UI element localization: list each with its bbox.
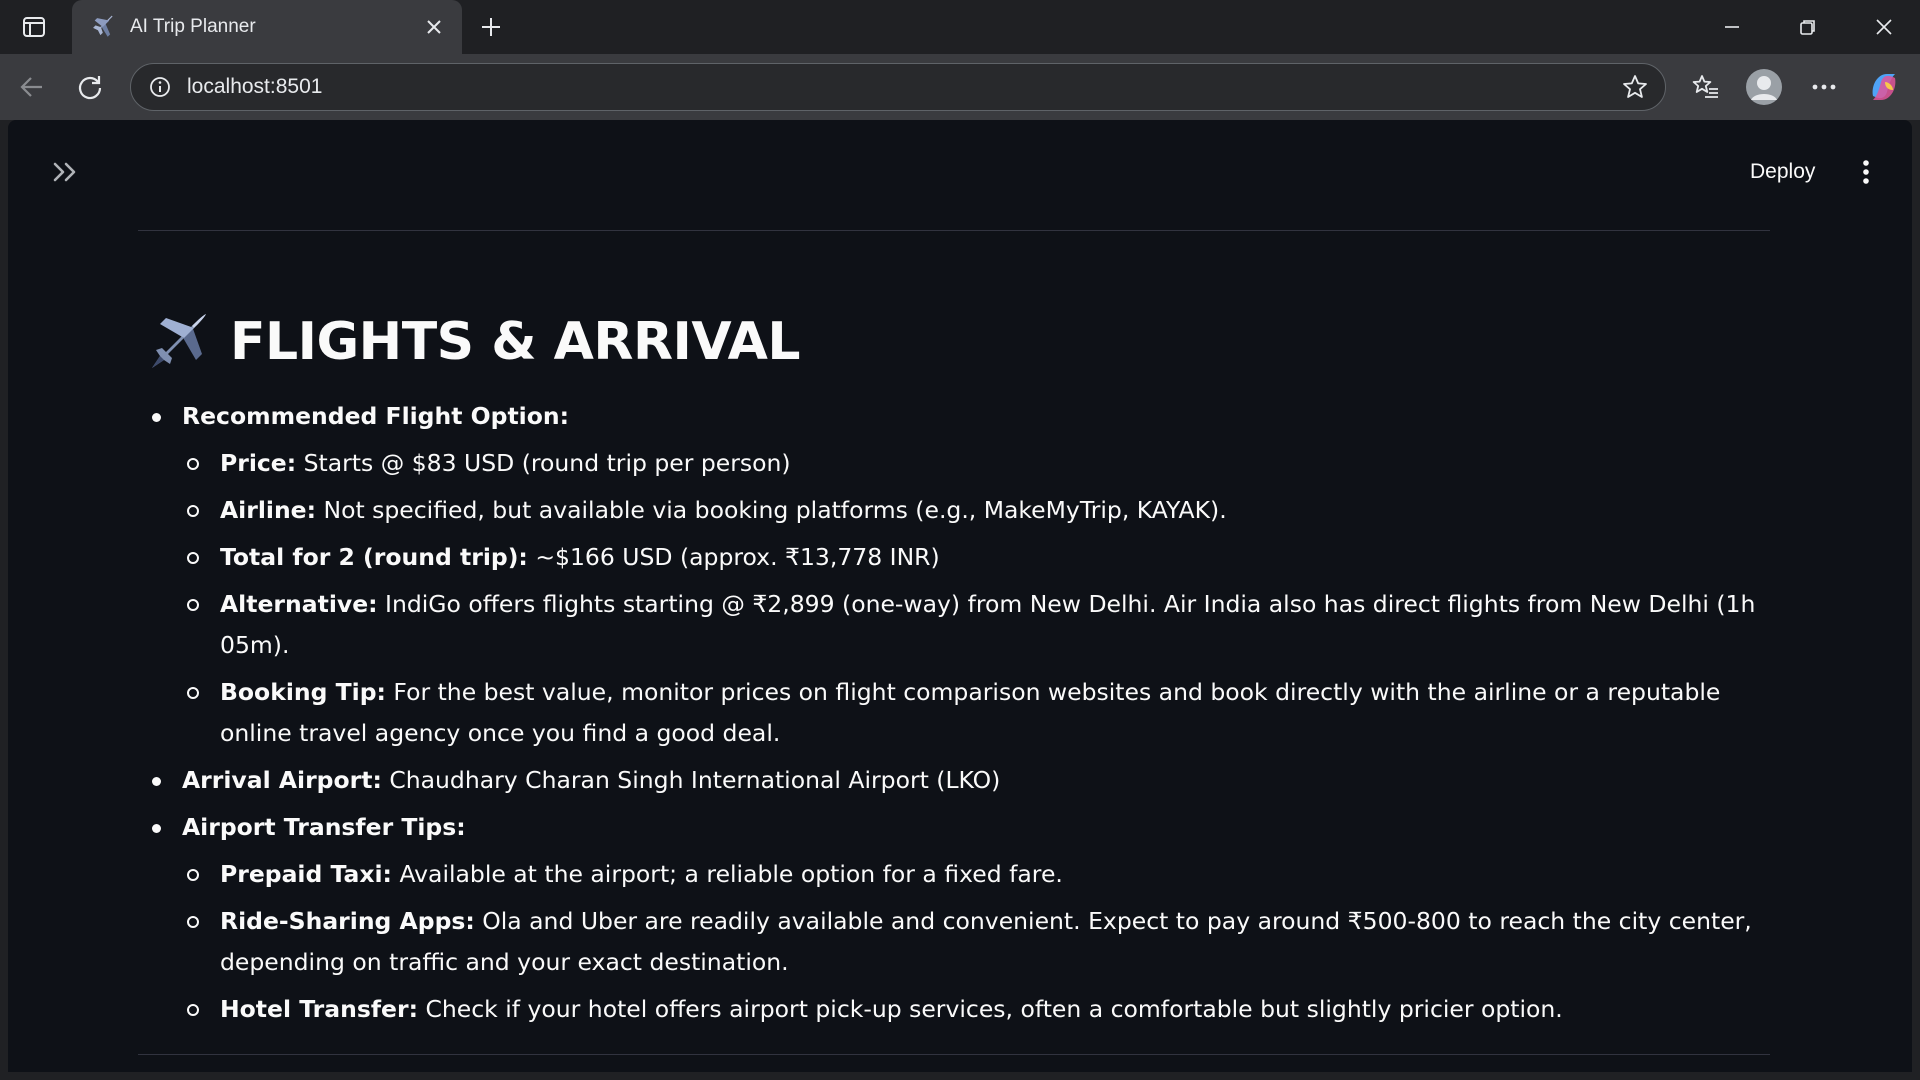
app-viewport: Deploy FLIGHTS & ARRIVAL Recommended Fli… [8,120,1912,1072]
divider [138,1054,1770,1055]
tab-title: AI Trip Planner [130,16,256,37]
address-bar[interactable]: localhost:8501 [130,63,1666,111]
list-item: Airline: Not specified, but available vi… [182,490,1766,531]
item-text: Not specified, but available via booking… [316,496,1227,524]
main-menu-icon[interactable] [1846,150,1886,194]
profile-avatar-icon[interactable] [1742,65,1786,109]
item-label: Airport Transfer Tips: [182,813,466,841]
browser-toolbar: localhost:8501 [0,54,1920,120]
copilot-icon[interactable] [1862,65,1906,109]
favorites-icon[interactable] [1684,65,1728,109]
list-item: Booking Tip: For the best value, monitor… [182,672,1766,754]
close-tab-icon[interactable] [422,15,446,39]
item-text: IndiGo offers flights starting @ ₹2,899 … [220,590,1756,659]
close-window-icon[interactable] [1848,0,1920,54]
list-item: Alternative: IndiGo offers flights start… [182,584,1766,666]
item-text: Starts @ $83 USD (round trip per person) [296,449,791,477]
browser-titlebar: AI Trip Planner [0,0,1920,54]
deploy-button[interactable]: Deploy [1742,152,1823,192]
list-item: Arrival Airport: Chaudhary Charan Singh … [146,760,1766,801]
new-tab-icon[interactable] [474,10,508,44]
markdown-content: FLIGHTS & ARRIVAL Recommended Flight Opt… [146,300,1766,1036]
expand-sidebar-icon[interactable] [40,150,92,194]
site-info-icon[interactable] [147,74,173,100]
item-label: Total for 2 (round trip): [220,543,528,571]
item-text: For the best value, monitor prices on fl… [220,678,1721,747]
browser-tab[interactable]: AI Trip Planner [72,0,462,54]
reload-icon[interactable] [72,69,108,105]
more-options-icon[interactable] [1802,65,1846,109]
item-label: Hotel Transfer: [220,995,418,1023]
tab-actions-icon[interactable] [0,0,68,54]
list-item: Ride-Sharing Apps: Ola and Uber are read… [182,901,1766,983]
item-label: Airline: [220,496,317,524]
sub-list: Price: Starts @ $83 USD (round trip per … [182,443,1766,754]
item-label: Price: [220,449,297,477]
item-text: Available at the airport; a reliable opt… [391,860,1063,888]
item-label: Booking Tip: [220,678,386,706]
item-label: Arrival Airport: [182,766,382,794]
list-item: Prepaid Taxi: Available at the airport; … [182,854,1766,895]
minimize-icon[interactable] [1696,0,1768,54]
favorite-star-icon[interactable] [1615,67,1655,107]
item-label: Alternative: [220,590,378,618]
item-label: Ride-Sharing Apps: [220,907,475,935]
section-title: FLIGHTS & ARRIVAL [230,312,800,372]
restore-icon[interactable] [1772,0,1844,54]
item-text: Check if your hotel offers airport pick-… [417,995,1563,1023]
back-icon[interactable] [14,69,50,105]
list-item: Airport Transfer Tips: Prepaid Taxi: Ava… [146,807,1766,1030]
list-item: Total for 2 (round trip): ~$166 USD (app… [182,537,1766,578]
item-label: Prepaid Taxi: [220,860,392,888]
divider [138,230,1770,231]
item-text: ~$166 USD (approx. ₹13,778 INR) [527,543,940,571]
airplane-favicon-icon [88,13,116,41]
list-item: Price: Starts @ $83 USD (round trip per … [182,443,1766,484]
list-item: Recommended Flight Option: Price: Starts… [146,396,1766,754]
url-text[interactable]: localhost:8501 [187,75,1615,99]
section-heading: FLIGHTS & ARRIVAL [146,300,1766,384]
item-text: Chaudhary Charan Singh International Air… [381,766,1001,794]
airplane-icon [152,314,206,368]
item-label: Recommended Flight Option: [182,402,570,430]
flight-info-list: Recommended Flight Option: Price: Starts… [146,396,1766,1030]
list-item: Hotel Transfer: Check if your hotel offe… [182,989,1766,1030]
sub-list: Prepaid Taxi: Available at the airport; … [182,854,1766,1030]
